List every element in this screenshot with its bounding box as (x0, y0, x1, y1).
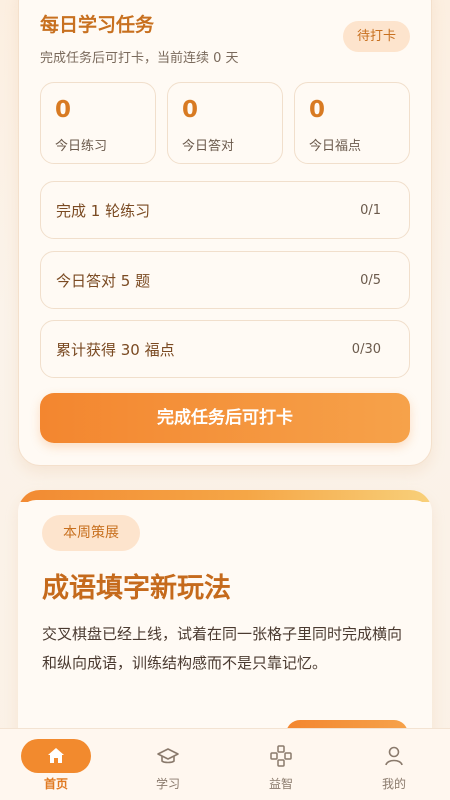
task-item-points[interactable]: 累计获得 30 福点 0/30 (40, 320, 410, 378)
tab-puzzle[interactable]: 益智 (225, 729, 337, 800)
task-item-practice[interactable]: 完成 1 轮练习 0/1 (40, 181, 410, 239)
stat-correct-today: 0 今日答对 (167, 82, 283, 164)
tab-label: 学习 (155, 777, 180, 791)
daily-task-subtitle: 完成任务后可打卡，当前连续 0 天 (40, 51, 239, 66)
stat-label: 今日练习 (55, 139, 108, 154)
tab-label: 益智 (268, 777, 293, 791)
stat-label: 今日福点 (309, 139, 362, 154)
task-label: 今日答对 5 题 (56, 272, 151, 290)
gamepad-icon (246, 739, 316, 773)
feature-tag: 本周策展 (42, 515, 140, 551)
task-item-correct[interactable]: 今日答对 5 题 0/5 (40, 251, 410, 309)
stat-value: 0 (309, 97, 326, 123)
task-progress: 0/30 (351, 342, 381, 357)
task-progress: 0/5 (360, 273, 381, 288)
stat-label: 今日答对 (182, 139, 235, 154)
feature-description: 交叉棋盘已经上线，试着在同一张格子里同时完成横向和纵向成语，训练结构感而不是只靠… (42, 625, 403, 672)
checkin-button[interactable]: 完成任务后可打卡 (40, 393, 410, 443)
graduation-cap-icon (133, 739, 203, 773)
task-progress: 0/1 (360, 203, 381, 218)
stat-points-today: 0 今日福点 (294, 82, 410, 164)
task-label: 累计获得 30 福点 (56, 341, 175, 359)
user-icon (359, 739, 429, 773)
tab-label: 首页 (43, 777, 68, 791)
feature-title: 成语填字新玩法 (42, 573, 231, 604)
stat-practice-today: 0 今日练习 (40, 82, 156, 164)
tab-study[interactable]: 学习 (112, 729, 224, 800)
stat-value: 0 (55, 97, 72, 123)
tab-home[interactable]: 首页 (0, 729, 112, 800)
tab-profile[interactable]: 我的 (338, 729, 450, 800)
home-icon (21, 739, 91, 773)
stat-value: 0 (182, 97, 199, 123)
bottom-tab-bar: 首页 学习 益智 我的 (0, 728, 450, 800)
tab-label: 我的 (381, 777, 406, 791)
checkin-status-badge: 待打卡 (343, 21, 410, 52)
daily-task-title: 每日学习任务 (40, 14, 155, 36)
task-label: 完成 1 轮练习 (56, 202, 151, 220)
